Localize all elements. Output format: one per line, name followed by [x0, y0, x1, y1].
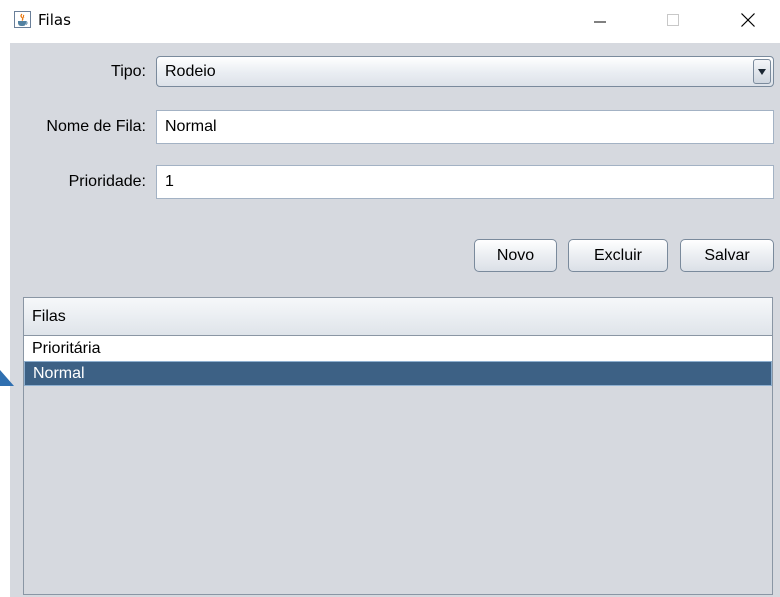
chevron-down-icon[interactable]	[753, 59, 771, 84]
table-rows: Prioritária Normal	[24, 336, 772, 386]
table-header-filas[interactable]: Filas	[24, 298, 772, 336]
maximize-icon	[667, 14, 679, 26]
prioridade-input[interactable]: 1	[156, 165, 774, 199]
minimize-icon	[594, 21, 606, 23]
close-button[interactable]	[725, 0, 771, 40]
maximize-button[interactable]	[650, 0, 696, 40]
table-row[interactable]: Prioritária	[24, 336, 772, 361]
form-panel: Tipo: Rodeio Nome de Fila: Normal Priori…	[10, 43, 780, 597]
pointer-icon	[0, 370, 14, 386]
java-cup-icon	[14, 11, 31, 28]
novo-button[interactable]: Novo	[474, 239, 557, 272]
tipo-combobox[interactable]: Rodeio	[156, 56, 774, 87]
filas-table[interactable]: Filas Prioritária Normal	[23, 297, 773, 595]
salvar-button[interactable]: Salvar	[680, 239, 774, 272]
table-row-selected[interactable]: Normal	[24, 361, 772, 386]
tipo-label: Tipo:	[111, 63, 146, 80]
nome-fila-label: Nome de Fila:	[46, 118, 146, 135]
excluir-button[interactable]: Excluir	[568, 239, 668, 272]
minimize-button[interactable]	[577, 0, 623, 40]
nome-fila-input[interactable]: Normal	[156, 110, 774, 144]
prioridade-label: Prioridade:	[68, 173, 146, 190]
tipo-selected-value: Rodeio	[165, 62, 216, 80]
title-bar: Filas	[0, 0, 780, 43]
window-title: Filas	[38, 11, 71, 29]
close-icon	[741, 13, 755, 27]
